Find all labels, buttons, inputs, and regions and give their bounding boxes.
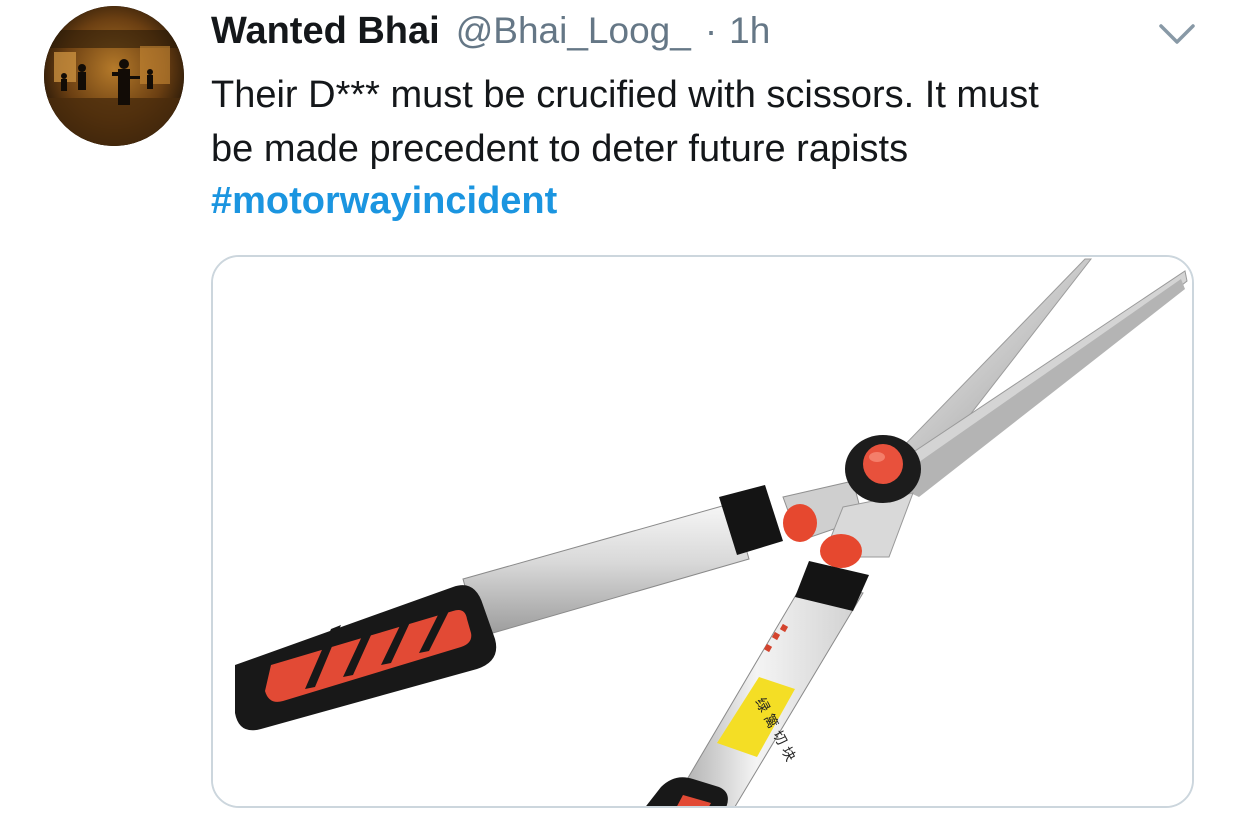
- separator-dot: ·: [704, 10, 718, 51]
- author-handle[interactable]: @Bhai_Loog_: [456, 10, 691, 52]
- timestamp[interactable]: 1h: [729, 10, 770, 52]
- hashtag-link[interactable]: #motorwayincident: [211, 176, 557, 226]
- tweet-header: Wanted Bhai @Bhai_Loog_ · 1h: [211, 10, 770, 60]
- avatar-image: [44, 6, 184, 146]
- tweet-text-line: be made precedent to deter future rapist…: [211, 128, 909, 170]
- hedge-shears-image: 绿 篱 切 块: [213, 257, 1192, 806]
- tweet-text-line: Their D*** must be crucified with scisso…: [211, 74, 1039, 116]
- author-name[interactable]: Wanted Bhai: [211, 10, 440, 53]
- chevron-down-icon[interactable]: [1157, 20, 1197, 48]
- avatar[interactable]: [44, 6, 184, 146]
- tweet-media-image[interactable]: 绿 篱 切 块: [211, 255, 1194, 808]
- tweet-text: Their D*** must be crucified with scisso…: [211, 68, 1211, 176]
